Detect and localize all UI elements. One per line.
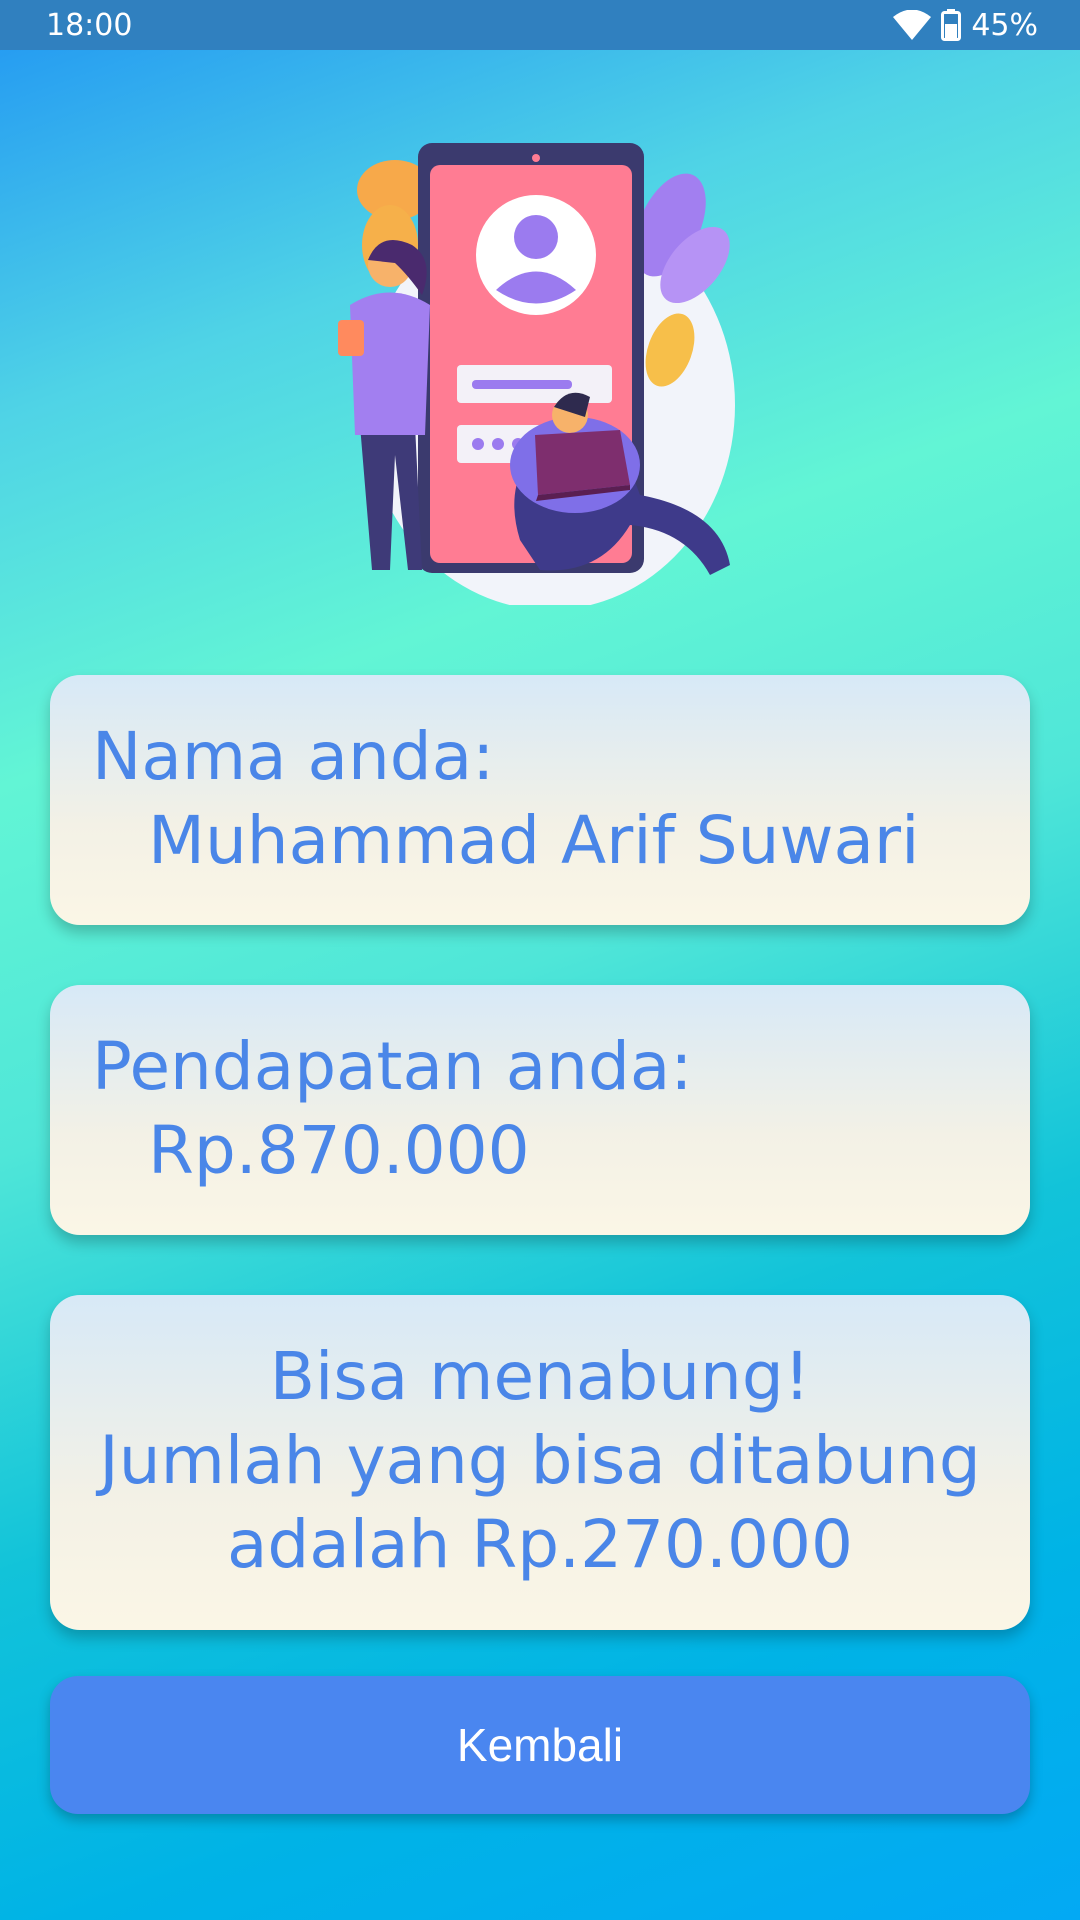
name-card: Nama anda: Muhammad Arif Suwari	[50, 675, 1030, 925]
battery-icon	[941, 9, 962, 41]
income-label: Pendapatan anda:	[92, 1028, 693, 1105]
status-icons: 45%	[893, 8, 1038, 43]
status-bar: 18:00 45%	[0, 0, 1080, 50]
income-card: Pendapatan anda: Rp.870.000	[50, 985, 1030, 1235]
savings-result-card: Bisa menabung! Jumlah yang bisa ditabung…	[50, 1295, 1030, 1630]
income-value: Rp.870.000	[148, 1112, 530, 1189]
savings-status: Bisa menabung!	[269, 1338, 811, 1415]
savings-message: Bisa menabung! Jumlah yang bisa ditabung…	[50, 1335, 1030, 1587]
savings-amount: adalah Rp.270.000	[226, 1506, 854, 1583]
savings-description: Jumlah yang bisa ditabung	[99, 1422, 981, 1499]
wifi-icon	[893, 10, 932, 40]
login-illustration	[300, 135, 780, 610]
status-time: 18:00	[46, 7, 133, 43]
battery-percent: 45%	[971, 7, 1038, 43]
name-value: Muhammad Arif Suwari	[148, 802, 920, 879]
back-button[interactable]: Kembali	[50, 1676, 1030, 1814]
name-label: Nama anda:	[92, 718, 495, 795]
